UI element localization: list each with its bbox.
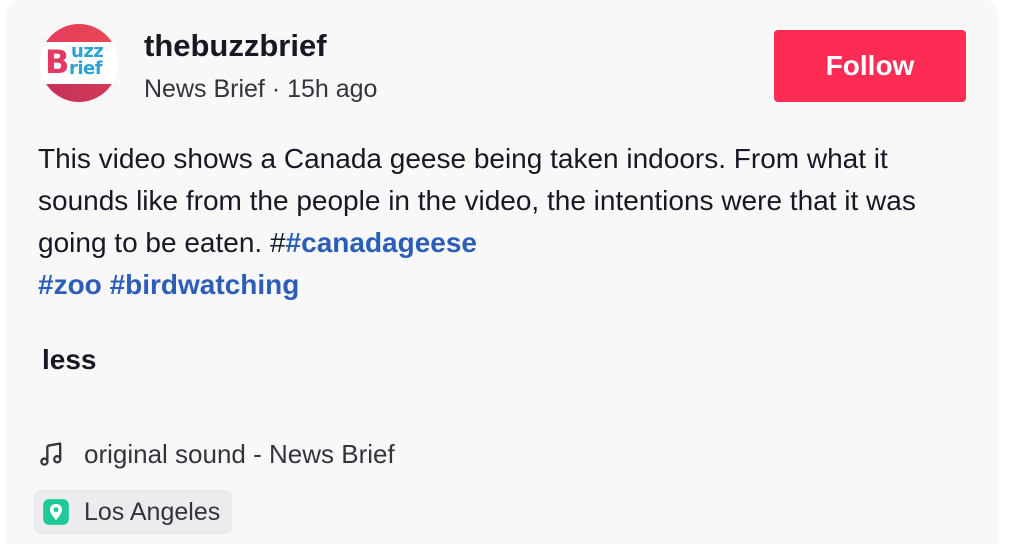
video-post-card: B uzz rief thebuzzbrief News Brief · 15h… [6, 0, 998, 544]
location-tag[interactable]: Los Angeles [34, 490, 233, 534]
original-sound-link[interactable]: original sound - News Brief [38, 434, 395, 474]
follow-button[interactable]: Follow [774, 30, 966, 102]
avatar-logo-letter: B [45, 43, 70, 81]
author-username[interactable]: thebuzzbrief [144, 26, 327, 66]
avatar-band-top [40, 24, 118, 42]
avatar[interactable]: B uzz rief [40, 24, 118, 102]
location-label: Los Angeles [84, 497, 221, 526]
location-pin-icon [43, 499, 69, 525]
author-display-name[interactable]: News Brief [144, 75, 265, 103]
hashtag-canadageese[interactable]: #canadageese [286, 227, 477, 258]
avatar-logo-bottom: rief [69, 58, 103, 79]
video-description: This video shows a Canada geese being ta… [38, 138, 973, 306]
subline-separator: · [264, 75, 288, 103]
hashtag-birdwatching[interactable]: #birdwatching [110, 269, 300, 300]
music-note-icon [40, 442, 62, 466]
original-sound-label: original sound - News Brief [84, 438, 395, 469]
hashtag-zoo[interactable]: #zoo [38, 269, 102, 300]
avatar-band-bottom [40, 84, 118, 102]
collapse-description-button[interactable]: less [42, 340, 97, 380]
author-subline: News Brief · 15h ago [144, 72, 377, 106]
post-time: 15h ago [287, 75, 378, 103]
